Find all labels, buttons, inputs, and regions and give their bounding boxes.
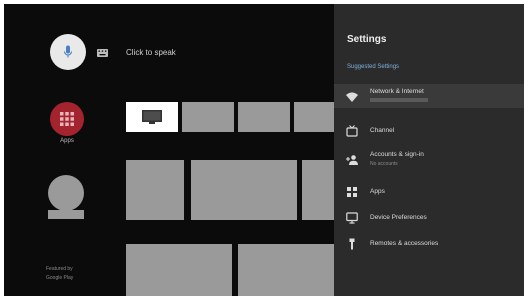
setting-accounts[interactable]: Accounts & sign-in No accounts xyxy=(334,146,524,170)
setting-sublabel: No accounts xyxy=(370,161,398,167)
content-tile[interactable] xyxy=(126,160,184,220)
monitor-icon xyxy=(346,212,358,224)
tv-screen: Click to speak Apps Featured by Google P… xyxy=(4,4,524,296)
wifi-icon xyxy=(346,92,358,102)
apps-label: Apps xyxy=(60,138,74,144)
setting-apps[interactable]: Apps xyxy=(334,180,524,204)
settings-panel: Settings Suggested Settings Network & In… xyxy=(334,4,524,296)
voice-search-button[interactable] xyxy=(50,34,86,70)
setting-channel[interactable]: Channel xyxy=(334,118,524,142)
person-add-icon xyxy=(346,155,358,165)
keyboard-icon[interactable] xyxy=(97,49,108,57)
apps-button[interactable] xyxy=(50,102,84,136)
remote-icon xyxy=(349,238,355,250)
voice-search-prompt[interactable]: Click to speak xyxy=(126,48,176,57)
app-tile[interactable] xyxy=(238,102,290,132)
setting-label: Device Preferences xyxy=(370,214,427,221)
app-tile[interactable] xyxy=(294,102,334,132)
tv-icon xyxy=(142,110,162,124)
featured-source-label: Google Play xyxy=(46,275,74,281)
profile-avatar-placeholder[interactable] xyxy=(48,175,84,211)
setting-label: Remotes & accessories xyxy=(370,240,439,247)
setting-label: Apps xyxy=(370,188,385,195)
content-tile[interactable] xyxy=(238,244,334,296)
content-tile[interactable] xyxy=(302,160,334,220)
setting-device-preferences[interactable]: Device Preferences xyxy=(334,206,524,230)
tile-tv-input[interactable] xyxy=(126,102,178,132)
setting-label: Accounts & sign-in xyxy=(370,151,424,158)
network-ssid-placeholder xyxy=(370,98,428,102)
tv-icon xyxy=(346,125,358,137)
profile-name-placeholder xyxy=(48,210,84,219)
apps-icon xyxy=(347,187,357,197)
setting-label: Channel xyxy=(370,127,395,134)
featured-by-label: Featured by xyxy=(46,266,73,272)
content-tile[interactable] xyxy=(191,160,297,220)
setting-label: Network & Internet xyxy=(370,88,424,95)
app-tile[interactable] xyxy=(182,102,234,132)
mic-icon xyxy=(63,45,73,58)
content-tile[interactable] xyxy=(126,244,232,296)
setting-network-internet[interactable]: Network & Internet xyxy=(334,84,524,108)
settings-title: Settings xyxy=(347,34,387,45)
apps-grid-icon xyxy=(60,112,74,126)
suggested-settings-label: Suggested Settings xyxy=(347,64,400,70)
setting-remotes-accessories[interactable]: Remotes & accessories xyxy=(334,232,524,256)
